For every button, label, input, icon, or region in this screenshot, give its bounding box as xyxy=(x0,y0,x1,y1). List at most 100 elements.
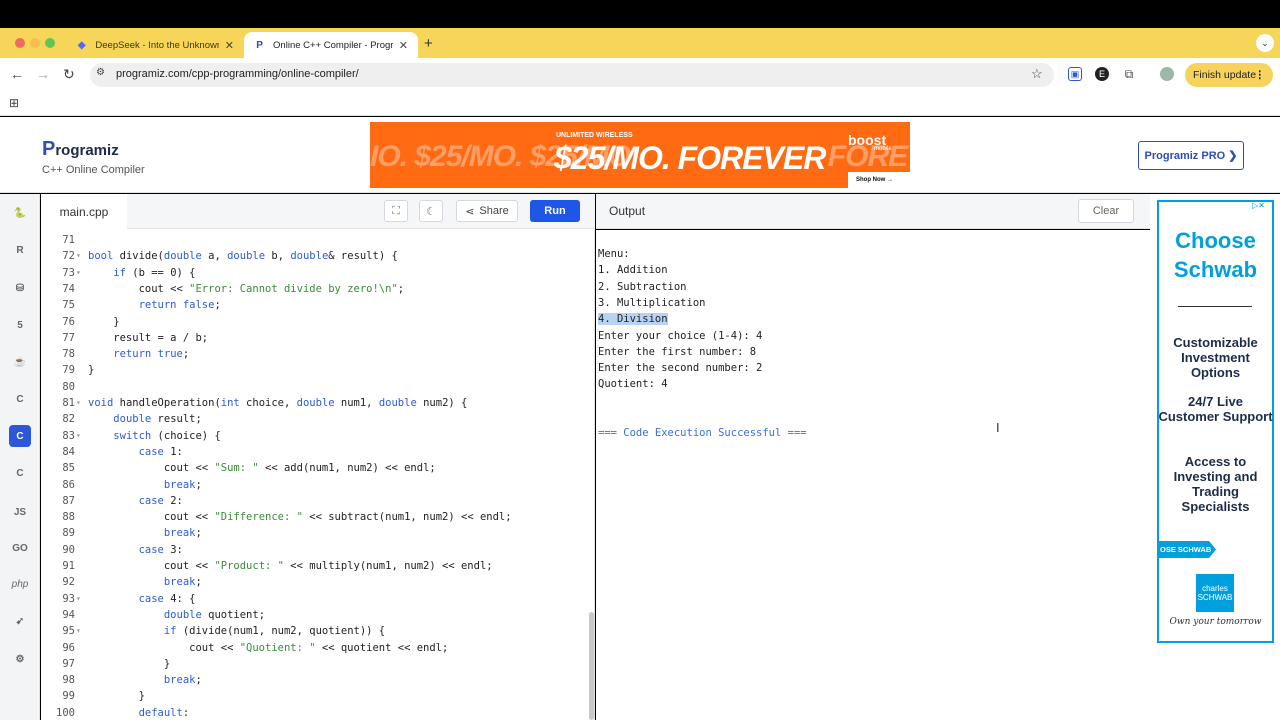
new-tab-button[interactable]: + xyxy=(424,35,433,52)
code-line[interactable]: 100 default: xyxy=(41,705,581,720)
tab-programiz[interactable]: P Online C++ Compiler - Programiz ✕ xyxy=(244,32,418,58)
maximize-window-button[interactable] xyxy=(45,38,55,48)
ad-cta-tag[interactable]: OSE SCHWAB xyxy=(1158,541,1216,558)
r-icon[interactable]: R xyxy=(9,239,31,261)
js-icon[interactable]: JS xyxy=(9,501,31,523)
php-icon[interactable]: php xyxy=(9,573,31,595)
code-line[interactable]: 89 break; xyxy=(41,525,581,541)
java-icon[interactable]: ☕ xyxy=(9,351,31,373)
programiz-logo[interactable]: Programiz xyxy=(42,138,119,161)
tab-search-chevron-icon[interactable]: ⌄ xyxy=(1256,34,1274,52)
code-line[interactable]: 96 cout << "Quotient: " << quotient << e… xyxy=(41,640,581,656)
sql-icon[interactable]: ⛁ xyxy=(9,277,31,299)
line-number: 78 xyxy=(62,348,75,361)
fold-chevron-icon[interactable]: ▾ xyxy=(76,591,81,607)
code-line[interactable]: 83 ▾ switch (choice) { xyxy=(41,428,581,444)
cpp-icon[interactable]: C xyxy=(9,425,31,447)
c-icon[interactable]: C xyxy=(9,388,31,410)
ad-small-text: UNLIMITED WIRELESS xyxy=(556,132,633,139)
banner-ad[interactable]: IO. $25/MO. $25/MO.FOREVER FOREVER UNLIM… xyxy=(370,122,910,188)
code-line[interactable]: 91 cout << "Product: " << multiply(num1,… xyxy=(41,558,581,574)
site-settings-icon[interactable]: ⚙ xyxy=(96,67,105,78)
code-line[interactable]: 87 case 2: xyxy=(41,493,581,509)
ad-text-3: Access to Investing and Trading Speciali… xyxy=(1173,454,1258,514)
fold-chevron-icon[interactable]: ▾ xyxy=(76,265,81,281)
code-line[interactable]: 99 } xyxy=(41,688,581,704)
back-arrow-icon[interactable]: ← xyxy=(10,66,24,82)
code-line[interactable]: 98 break; xyxy=(41,672,581,688)
extension-icon[interactable]: ▣ xyxy=(1068,67,1082,81)
url-text[interactable]: programiz.com/cpp-programming/online-com… xyxy=(116,68,359,80)
code-line[interactable]: 84 case 1: xyxy=(41,444,581,460)
close-tab-icon[interactable]: ✕ xyxy=(399,39,408,52)
code-line[interactable]: 85 cout << "Sum: " << add(num1, num2) <<… xyxy=(41,460,581,476)
close-window-button[interactable] xyxy=(15,38,25,48)
minimize-window-button[interactable] xyxy=(30,38,40,48)
tab-deepseek[interactable]: ◆ DeepSeek - Into the Unknown ✕ xyxy=(66,32,244,58)
fullscreen-icon[interactable]: ⛶ xyxy=(384,200,408,222)
dark-mode-moon-icon[interactable]: ☾ xyxy=(419,200,443,222)
code-line[interactable]: 76 } xyxy=(41,314,581,330)
share-button[interactable]: ⋖ Share xyxy=(456,200,518,222)
run-button[interactable]: Run xyxy=(530,200,580,222)
code-line[interactable]: 94 double quotient; xyxy=(41,607,581,623)
code-line[interactable]: 78 return true; xyxy=(41,346,581,362)
apps-grid-icon[interactable]: ⊞ xyxy=(9,96,19,110)
reload-icon[interactable]: ↻ xyxy=(63,66,75,83)
code-line[interactable]: 73 ▾ if (b == 0) { xyxy=(41,265,581,281)
code-line[interactable]: 92 break; xyxy=(41,574,581,590)
fold-chevron-icon[interactable]: ▾ xyxy=(76,395,81,411)
output-text: 1. Addition xyxy=(598,264,668,277)
code-text: default: xyxy=(138,706,190,719)
profile-extension-icon[interactable]: E xyxy=(1095,67,1109,81)
code-line[interactable]: 77 result = a / b; xyxy=(41,330,581,346)
csharp-icon[interactable]: C xyxy=(9,462,31,484)
avatar[interactable] xyxy=(1160,67,1174,81)
forward-arrow-icon[interactable]: → xyxy=(36,66,50,82)
logo-p: P xyxy=(42,138,56,160)
line-number: 81 xyxy=(62,397,75,409)
code-line[interactable]: 74 cout << "Error: Cannot divide by zero… xyxy=(41,281,581,297)
programiz-pro-button[interactable]: Programiz PRO ❯ xyxy=(1138,141,1244,170)
line-number: 91 xyxy=(62,560,75,572)
code-line[interactable]: 93 ▾ case 4: { xyxy=(41,591,581,607)
python-icon[interactable]: 🐍 xyxy=(9,202,31,224)
ad-choices-close-icon[interactable]: ▷✕ xyxy=(1252,201,1265,210)
ad-shop-now[interactable]: Shop Now → xyxy=(848,172,910,188)
code-line[interactable]: 86 break; xyxy=(41,477,581,493)
editor-scrollbar[interactable] xyxy=(589,612,594,720)
file-tab-main[interactable]: main.cpp xyxy=(41,194,127,229)
code-lines[interactable]: 71 72 ▾ bool divide(double a, double b, dou… xyxy=(41,231,589,720)
line-number: 98 xyxy=(62,674,75,687)
bookmarks-bar xyxy=(0,92,1280,116)
line-number: 89 xyxy=(62,527,75,540)
code-line[interactable]: 95 ▾ if (divide(num1, num2, quotient)) { xyxy=(41,623,581,639)
go-icon[interactable]: GO xyxy=(9,537,31,559)
html-icon[interactable]: 5 xyxy=(9,314,31,336)
output-text: 2. Subtraction xyxy=(598,280,687,293)
rust-icon[interactable]: ⚙ xyxy=(9,648,31,670)
output-text: 3. Multiplication xyxy=(598,296,706,309)
fold-chevron-icon[interactable]: ▾ xyxy=(76,428,81,444)
line-number: 73 xyxy=(62,266,75,279)
swift-icon[interactable]: ➹ xyxy=(9,610,31,632)
code-line[interactable]: 75 return false; xyxy=(41,297,581,313)
finish-update-button[interactable]: Finish update ⋮ xyxy=(1185,63,1273,87)
puzzle-extensions-icon[interactable]: ⧉ xyxy=(1122,67,1136,81)
code-line[interactable]: 80 xyxy=(41,379,581,395)
fold-chevron-icon[interactable]: ▾ xyxy=(76,623,81,639)
code-line[interactable]: 79} xyxy=(41,362,581,378)
close-tab-icon[interactable]: ✕ xyxy=(225,39,234,52)
bookmark-star-icon[interactable]: ☆ xyxy=(1031,66,1043,82)
code-line[interactable]: 81 ▾ void handleOperation(int choice, doub… xyxy=(41,395,581,411)
code-line[interactable]: 72 ▾ bool divide(double a, double b, doubl… xyxy=(41,248,581,264)
code-line[interactable]: 97 } xyxy=(41,656,581,672)
output-console[interactable]: Menu: 1. Addition 2. Subtraction 3. Multipl… xyxy=(596,230,1150,720)
code-line[interactable]: 88 cout << "Difference: " << subtract(nu… xyxy=(41,509,581,525)
clear-button[interactable]: Clear xyxy=(1078,199,1134,223)
code-line[interactable]: 82 double result; xyxy=(41,411,581,427)
code-text: void handleOperation(int choice, double … xyxy=(88,397,468,409)
code-line[interactable]: 71 xyxy=(41,232,581,248)
fold-chevron-icon[interactable]: ▾ xyxy=(76,248,81,264)
code-line[interactable]: 90 case 3: xyxy=(41,542,581,558)
